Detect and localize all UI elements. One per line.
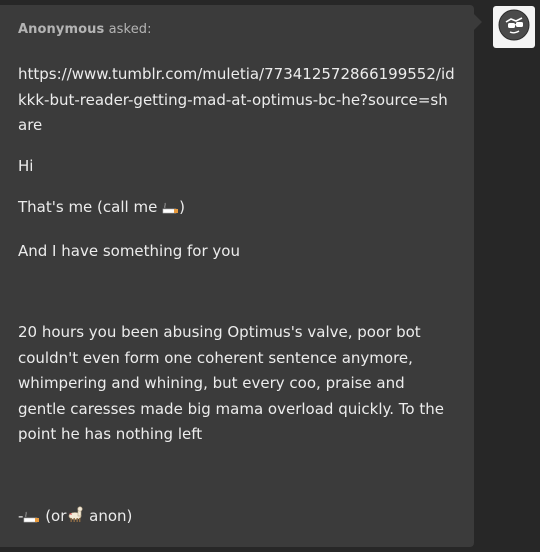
shared-link[interactable]: https://www.tumblr.com/muletia/773412572… <box>18 62 456 139</box>
greeting-text: Hi <box>18 156 34 175</box>
asker-name[interactable]: Anonymous <box>18 22 104 37</box>
ask-header: Anonymous asked: <box>18 22 456 37</box>
cigarette-icon <box>162 197 179 223</box>
have-something-text: And I have something for you <box>18 241 240 260</box>
signature-text: - (or anon) <box>18 504 456 532</box>
cigarette-icon <box>23 506 40 532</box>
asked-label: asked: <box>108 22 152 37</box>
avatar[interactable] <box>493 6 535 48</box>
story-text: 20 hours you been abusing Optimus's valv… <box>18 323 444 443</box>
intro-suffix: ) <box>179 198 185 216</box>
signature-middle: (or <box>40 506 67 525</box>
ask-bubble: Anonymous asked: https://www.tumblr.com/… <box>0 5 474 547</box>
intro-prefix: That's me (call me <box>18 198 163 216</box>
bubble-tail <box>474 14 482 30</box>
llama-icon <box>66 505 84 532</box>
intro-text: That's me (call me ) <box>18 195 456 223</box>
sunglasses-face-icon <box>497 8 531 46</box>
signature-suffix: anon) <box>84 506 133 525</box>
